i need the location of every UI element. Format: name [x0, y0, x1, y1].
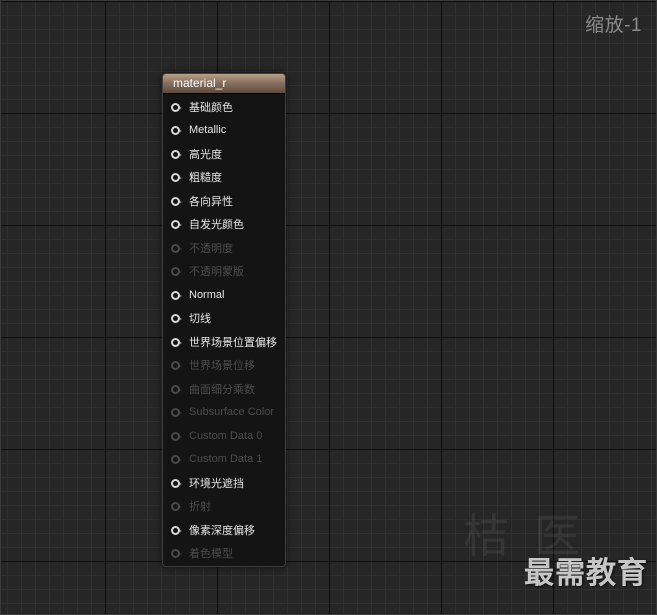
pin-label: 不透明度	[189, 243, 233, 255]
pin-connector-icon[interactable]	[171, 313, 182, 323]
pin-tangent[interactable]: 切线	[171, 310, 211, 326]
pin-label: 世界场景位移	[189, 360, 255, 372]
pin-roughness[interactable]: 粗糙度	[171, 169, 222, 185]
pin-connector-icon	[171, 501, 182, 511]
pin-connector-icon[interactable]	[171, 219, 182, 229]
pin-normal[interactable]: Normal	[171, 287, 224, 303]
pin-label: Custom Data 0	[189, 430, 263, 442]
pin-label: 各向异性	[189, 196, 233, 208]
pin-label: 环境光遮挡	[189, 478, 244, 490]
material-result-node[interactable]: material_r 基础颜色 Metallic 高光度 粗糙度 各向异性 自发…	[162, 73, 286, 567]
pin-connector-icon[interactable]	[171, 196, 182, 206]
pin-world-displacement: 世界场景位移	[171, 357, 255, 373]
watermark-logo: 最需教育	[524, 557, 648, 590]
pin-world-position-offset[interactable]: 世界场景位置偏移	[171, 334, 277, 350]
pin-connector-icon[interactable]	[171, 102, 182, 112]
pin-anisotropy[interactable]: 各向异性	[171, 193, 233, 209]
pin-emissive-color[interactable]: 自发光颜色	[171, 216, 244, 232]
pin-label: 自发光颜色	[189, 219, 244, 231]
pin-connector-icon[interactable]	[171, 125, 182, 135]
pin-label: 着色模型	[189, 548, 233, 560]
pin-connector-icon	[171, 360, 182, 370]
pin-custom-data-0: Custom Data 0	[171, 428, 262, 444]
pin-connector-icon	[171, 266, 182, 276]
pin-connector-icon[interactable]	[171, 290, 182, 300]
pin-pixel-depth-offset[interactable]: 像素深度偏移	[171, 522, 255, 538]
pin-metallic[interactable]: Metallic	[171, 122, 226, 138]
pin-label: Normal	[189, 289, 225, 301]
pin-custom-data-1: Custom Data 1	[171, 451, 262, 467]
pin-connector-icon[interactable]	[171, 478, 182, 488]
pin-label: 折射	[189, 501, 211, 513]
pin-label: 高光度	[189, 149, 222, 161]
pin-ambient-occlusion[interactable]: 环境光遮挡	[171, 475, 244, 491]
pin-label: 世界场景位置偏移	[189, 337, 277, 349]
zoom-level-label: 缩放-1	[585, 15, 642, 36]
pin-tessellation-multiplier: 曲面细分乘数	[171, 381, 255, 397]
pin-connector-icon	[171, 407, 182, 417]
pin-label: 不透明蒙版	[189, 266, 244, 278]
pin-opacity-mask: 不透明蒙版	[171, 263, 244, 279]
pin-shading-model: 着色模型	[171, 545, 233, 561]
pin-connector-icon	[171, 454, 182, 464]
pin-label: 切线	[189, 313, 211, 325]
pin-label: 基础颜色	[189, 102, 233, 114]
node-title[interactable]: material_r	[163, 74, 285, 94]
pin-connector-icon[interactable]	[171, 149, 182, 159]
pin-opacity: 不透明度	[171, 240, 233, 256]
pin-label: 粗糙度	[189, 172, 222, 184]
material-graph-canvas[interactable]: 缩放-1 material_r 基础颜色 Metallic 高光度 粗糙度 各向…	[0, 0, 657, 615]
pin-connector-icon	[171, 384, 182, 394]
pin-connector-icon[interactable]	[171, 172, 182, 182]
pin-label: 像素深度偏移	[189, 525, 255, 537]
pin-connector-icon[interactable]	[171, 337, 182, 347]
pin-label: 曲面细分乘数	[189, 384, 255, 396]
pin-label: Metallic	[189, 124, 227, 136]
pin-specular[interactable]: 高光度	[171, 146, 222, 162]
pin-connector-icon	[171, 243, 182, 253]
pin-label: Custom Data 1	[189, 453, 263, 465]
pin-refraction: 折射	[171, 498, 211, 514]
pin-subsurface-color: Subsurface Color	[171, 404, 274, 420]
pin-connector-icon[interactable]	[171, 525, 182, 535]
pin-base-color[interactable]: 基础颜色	[171, 99, 233, 115]
pin-connector-icon	[171, 431, 182, 441]
pin-label: Subsurface Color	[189, 406, 274, 418]
pin-connector-icon	[171, 548, 182, 558]
